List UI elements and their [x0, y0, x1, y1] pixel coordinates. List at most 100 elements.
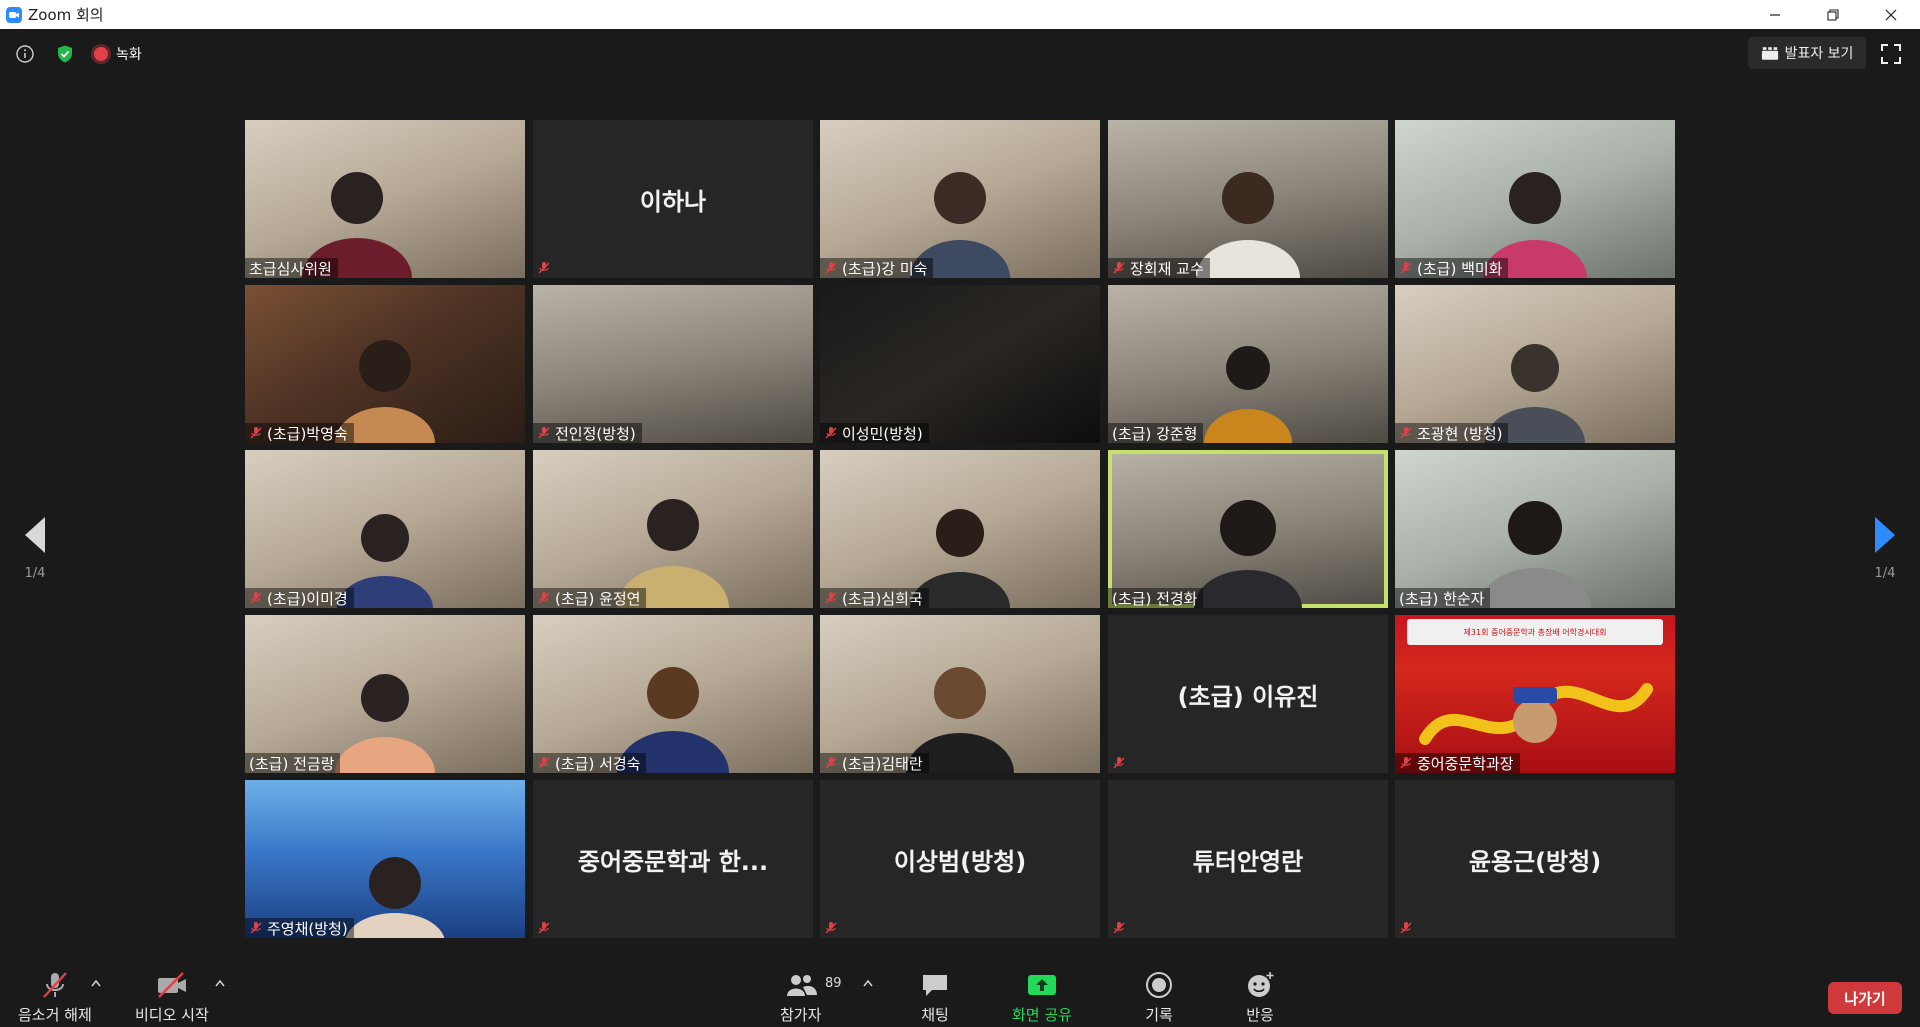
info-icon[interactable]: [12, 41, 38, 67]
participant-center-name: 튜터안영란: [1192, 847, 1304, 876]
caret-up-icon[interactable]: [90, 978, 102, 988]
participant-tile[interactable]: 이상범(방청): [820, 780, 1100, 938]
record-icon: [1142, 970, 1176, 1000]
participants-button[interactable]: 참가자: [780, 970, 821, 1025]
reactions-button[interactable]: 반응: [1243, 970, 1277, 1025]
dragon-icon: [1419, 683, 1653, 745]
mic-muted-icon: [250, 427, 262, 439]
participant-name: (초급) 서경숙: [555, 754, 641, 773]
participant-tile[interactable]: 제31회 중어중문학과 총장배 어학경시대회 중어중문학과장: [1395, 615, 1675, 773]
participant-tile-active-speaker[interactable]: (초급) 전경화: [1108, 450, 1388, 608]
participant-tile[interactable]: (초급) 서경숙: [533, 615, 813, 773]
gallery-grid: 초급심사위원 이하나 (초급)강 미숙 장회재 교수 (초급) 백미화 (초급)…: [245, 120, 1675, 938]
participant-tile[interactable]: (초급) 윤정연: [533, 450, 813, 608]
participant-tile[interactable]: (초급)이미경: [245, 450, 525, 608]
start-video-button[interactable]: 비디오 시작: [135, 970, 209, 1025]
mic-muted-icon: [1400, 757, 1412, 769]
person-silhouette-icon: [1194, 500, 1302, 608]
participant-name-label: 초급심사위원: [245, 258, 338, 278]
participants-icon: [784, 970, 818, 1000]
mic-muted-icon: [1113, 262, 1125, 274]
mic-muted-icon: [825, 922, 837, 934]
minimize-icon[interactable]: [1746, 0, 1804, 29]
participant-name-label: (초급) 서경숙: [533, 753, 647, 773]
person-silhouette-icon: [335, 674, 435, 773]
window-title: Zoom 회의: [28, 6, 104, 24]
participant-tile[interactable]: (초급) 전금랑: [245, 615, 525, 773]
caret-up-icon[interactable]: [214, 978, 226, 988]
participant-tile[interactable]: (초급)강 미숙: [820, 120, 1100, 278]
participant-tile[interactable]: (초급) 강준형: [1108, 285, 1388, 443]
participant-name: (초급) 윤정연: [555, 589, 641, 608]
participant-name-label: 중어중문학과장: [1395, 753, 1520, 773]
reactions-label: 반응: [1246, 1006, 1274, 1024]
recording-indicator: 녹화: [94, 41, 142, 67]
shield-check-icon[interactable]: [52, 41, 78, 67]
mic-muted-icon: [825, 262, 837, 274]
participant-name: 초급심사위원: [249, 259, 332, 278]
participant-name-label: 장회재 교수: [1108, 258, 1210, 278]
participant-name: (초급) 백미화: [1417, 259, 1503, 278]
participant-name: (초급)강 미숙: [842, 259, 928, 278]
zoom-app-icon: [6, 6, 22, 23]
participant-name-label: (초급) 한순자: [1395, 588, 1491, 608]
participant-name-label: (초급) 전경화: [1108, 588, 1204, 608]
participant-tile[interactable]: 초급심사위원: [245, 120, 525, 278]
participant-tile[interactable]: 중어중문학과 한...: [533, 780, 813, 938]
speaker-view-button[interactable]: 발표자 보기: [1748, 37, 1866, 69]
start-video-label: 비디오 시작: [135, 1006, 209, 1024]
participants-label: 참가자: [780, 1006, 822, 1024]
participant-tile[interactable]: 주영채(방청): [245, 780, 525, 938]
mic-muted-icon: [1400, 427, 1412, 439]
participant-center-name: 이하나: [639, 187, 707, 216]
person-silhouette-icon: [1204, 346, 1292, 443]
participant-name: 이성민(방청): [842, 424, 923, 443]
record-label: 기록: [1145, 1006, 1173, 1024]
participant-name-label: (초급)김태란: [820, 753, 929, 773]
participant-name: (초급) 강준형: [1112, 424, 1198, 443]
participant-tile[interactable]: 튜터안영란: [1108, 780, 1388, 938]
participant-name-label: (초급) 강준형: [1108, 423, 1204, 443]
participant-tile[interactable]: (초급) 한순자: [1395, 450, 1675, 608]
unmute-button[interactable]: 음소거 해제: [18, 970, 92, 1025]
prev-page-nav[interactable]: 1/4: [5, 477, 65, 627]
mic-muted-icon: [1400, 262, 1412, 274]
mic-muted-icon: [1113, 757, 1125, 769]
page-indicator-left: 1/4: [24, 566, 46, 581]
caret-up-icon[interactable]: [862, 978, 874, 988]
fullscreen-icon[interactable]: [1880, 43, 1902, 65]
mic-muted-icon: [1400, 922, 1412, 934]
next-page-nav[interactable]: 1/4: [1855, 477, 1915, 627]
participant-tile[interactable]: 이성민(방청): [820, 285, 1100, 443]
mic-muted-icon: [825, 757, 837, 769]
chat-button[interactable]: 채팅: [918, 970, 952, 1025]
participant-tile[interactable]: 조광현 (방청): [1395, 285, 1675, 443]
participant-tile[interactable]: 윤용근(방청): [1395, 780, 1675, 938]
participant-tile[interactable]: 전인정(방청): [533, 285, 813, 443]
mic-muted-icon: [538, 592, 550, 604]
arrow-right-icon[interactable]: [1870, 510, 1900, 560]
leave-button[interactable]: 나가기: [1828, 982, 1902, 1014]
poster-banner: 제31회 중어중문학과 총장배 어학경시대회: [1407, 619, 1663, 645]
video-off-icon: [155, 970, 189, 1000]
share-screen-button[interactable]: 화면 공유: [1012, 970, 1072, 1025]
participant-name-label: [533, 918, 557, 938]
participant-name: 전인정(방청): [555, 424, 636, 443]
meeting-topbar: 녹화 발표자 보기: [0, 29, 1920, 77]
participant-tile[interactable]: 이하나: [533, 120, 813, 278]
mic-muted-icon: [538, 757, 550, 769]
participant-tile[interactable]: (초급)김태란: [820, 615, 1100, 773]
close-icon[interactable]: [1862, 0, 1920, 29]
participant-tile[interactable]: (초급) 이유진: [1108, 615, 1388, 773]
participant-tile[interactable]: (초급) 백미화: [1395, 120, 1675, 278]
arrow-left-icon[interactable]: [20, 510, 50, 560]
restore-icon[interactable]: [1804, 0, 1862, 29]
record-button[interactable]: 기록: [1142, 970, 1176, 1025]
mic-muted-icon: [825, 592, 837, 604]
participant-tile[interactable]: 장회재 교수: [1108, 120, 1388, 278]
participant-name: (초급)박영숙: [267, 424, 348, 443]
participant-tile[interactable]: (초급)심희국: [820, 450, 1100, 608]
participant-tile[interactable]: (초급)박영숙: [245, 285, 525, 443]
recording-dot-icon: [94, 47, 108, 61]
mic-muted-icon: [538, 427, 550, 439]
